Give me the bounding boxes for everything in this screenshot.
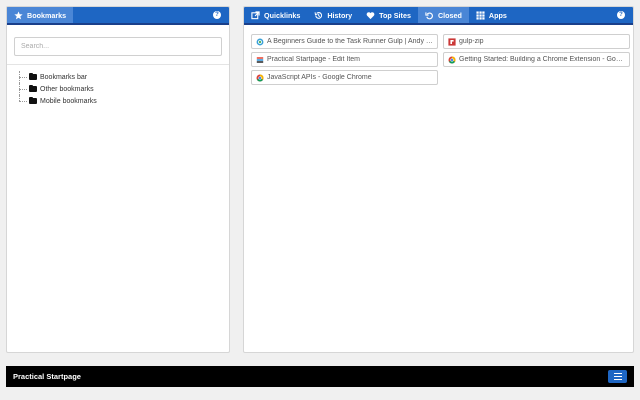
tree-item-other-bookmarks[interactable]: Other bookmarks <box>19 83 229 95</box>
link-title: gulp-zip <box>459 38 484 45</box>
tab-top-sites-label: Top Sites <box>379 10 411 20</box>
tab-history[interactable]: History <box>307 7 359 23</box>
help-icon: ? <box>617 11 625 19</box>
hamburger-icon <box>613 372 622 375</box>
tab-bookmarks-label: Bookmarks <box>27 10 67 20</box>
undo-icon <box>425 11 434 20</box>
grid-icon <box>476 10 485 20</box>
help-button[interactable]: ? <box>205 7 229 23</box>
tab-closed-label: Closed <box>437 10 462 20</box>
startpage-favicon-icon <box>256 56 264 64</box>
tree-item-label: Mobile bookmarks <box>40 97 97 105</box>
tab-top-sites[interactable]: Top Sites <box>359 7 418 23</box>
links-panel: Quicklinks History Top Sites Closed Apps <box>243 6 634 353</box>
closed-link-gulp-zip[interactable]: gulp-zip <box>443 34 630 49</box>
folder-icon <box>29 73 37 80</box>
search-area <box>7 25 229 65</box>
menu-button[interactable] <box>608 370 627 383</box>
external-link-icon <box>251 10 260 20</box>
closed-link-chrome-extension[interactable]: Getting Started: Building a Chrome Exten… <box>443 52 630 67</box>
tab-bookmarks[interactable]: Bookmarks <box>7 7 74 23</box>
closed-link-javascript-apis[interactable]: JavaScript APIs - Google Chrome <box>251 70 438 85</box>
star-icon <box>14 10 23 20</box>
help-icon: ? <box>213 11 221 19</box>
tree-item-mobile-bookmarks[interactable]: Mobile bookmarks <box>19 95 229 107</box>
tab-quicklinks[interactable]: Quicklinks <box>244 7 307 23</box>
folder-icon <box>29 85 37 92</box>
bookmark-search-input[interactable] <box>14 37 222 56</box>
tab-closed[interactable]: Closed <box>417 7 469 23</box>
closed-link-gulp-guide[interactable]: A Beginners Guide to the Task Runner Gul… <box>251 34 438 49</box>
closed-tabs-list: A Beginners Guide to the Task Runner Gul… <box>244 25 633 94</box>
chrome-favicon-icon <box>256 73 264 82</box>
links-navbar: Quicklinks History Top Sites Closed Apps <box>244 7 633 25</box>
history-icon <box>314 11 323 20</box>
link-title: Practical Startpage - Edit Item <box>267 56 360 63</box>
npm-favicon-icon <box>448 37 456 46</box>
closed-link-edit-item[interactable]: Practical Startpage - Edit Item <box>251 52 438 67</box>
heart-icon <box>366 11 375 20</box>
footer-title: Practical Startpage <box>13 372 81 381</box>
bookmarks-navbar: Bookmarks ? <box>7 7 229 25</box>
folder-icon <box>29 97 37 104</box>
bookmark-tree: Bookmarks bar Other bookmarks Mobile boo… <box>7 65 229 107</box>
link-title: Getting Started: Building a Chrome Exten… <box>459 56 625 63</box>
tab-quicklinks-label: Quicklinks <box>264 10 301 20</box>
globe-favicon-icon <box>256 38 264 46</box>
help-button[interactable]: ? <box>609 7 633 23</box>
link-title: A Beginners Guide to the Task Runner Gul… <box>267 38 433 45</box>
tree-item-bookmarks-bar[interactable]: Bookmarks bar <box>19 71 229 83</box>
link-title: JavaScript APIs - Google Chrome <box>267 74 372 81</box>
footer-bar: Practical Startpage <box>6 366 634 387</box>
tab-apps-label: Apps <box>488 10 507 20</box>
tree-item-label: Other bookmarks <box>40 85 94 93</box>
tree-item-label: Bookmarks bar <box>40 73 88 81</box>
bookmarks-panel: Bookmarks ? Bookmarks bar Other bookmark… <box>6 6 230 353</box>
tab-history-label: History <box>327 10 353 20</box>
chrome-favicon-icon <box>448 55 456 64</box>
tab-apps[interactable]: Apps <box>469 7 514 23</box>
